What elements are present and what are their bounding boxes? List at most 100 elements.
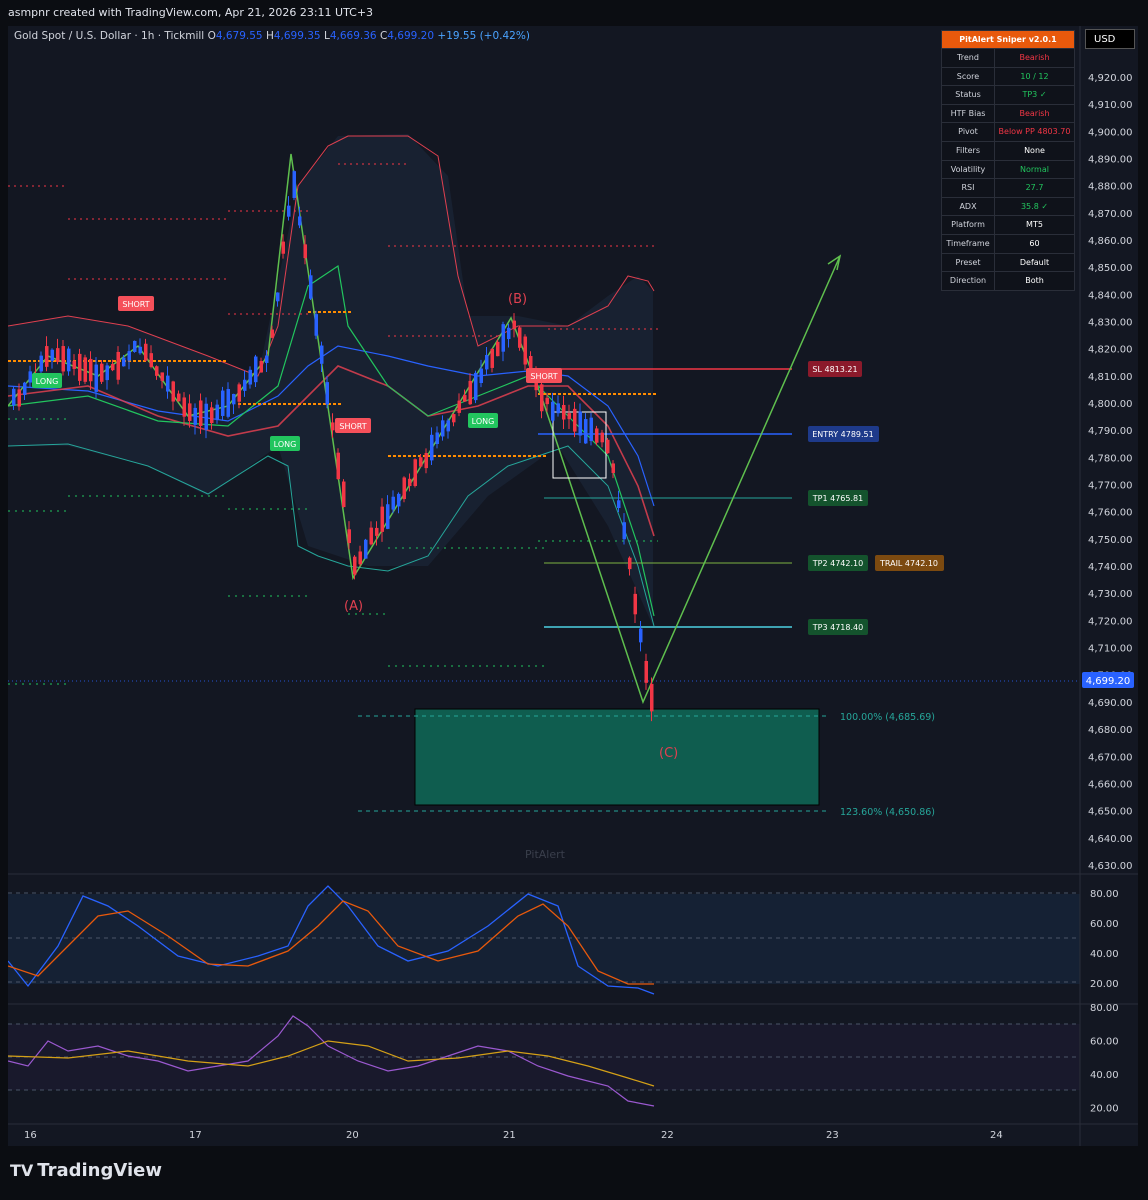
tp1-tag: TP1 4765.81 — [808, 490, 868, 506]
svg-text:TP1 4765.81: TP1 4765.81 — [812, 494, 863, 503]
candle-body — [584, 419, 588, 444]
candle-body — [347, 529, 351, 544]
candle-body — [237, 384, 241, 402]
candle-body — [595, 428, 599, 443]
change-value: +19.55 (+0.42%) — [437, 30, 530, 42]
price-tick: 4,840.00 — [1088, 290, 1133, 301]
high-value: 4,699.35 — [273, 30, 321, 42]
candle-body — [166, 375, 170, 392]
candle-body — [468, 380, 472, 405]
candle-body — [485, 354, 489, 370]
time-tick: 17 — [189, 1130, 202, 1141]
panel-row-key: Volatility — [942, 160, 995, 179]
candle-body — [496, 341, 500, 357]
candle-body — [424, 453, 428, 469]
candle-body — [518, 327, 522, 348]
candle-body — [490, 348, 494, 368]
panel-row: RSI 27.7 — [942, 178, 1074, 197]
panel-row-key: Trend — [942, 49, 995, 67]
candle-body — [452, 414, 456, 423]
price-tick: 4,640.00 — [1088, 834, 1133, 845]
currency-button[interactable]: USD — [1085, 29, 1135, 49]
price-tick: 4,910.00 — [1088, 100, 1133, 111]
candle-body — [204, 403, 208, 430]
panel-row-value: 60 — [1029, 238, 1040, 248]
candle-body — [413, 459, 417, 487]
candle-body — [314, 314, 318, 336]
candle-body — [177, 393, 181, 402]
candle-body — [556, 403, 560, 414]
price-tick: 4,890.00 — [1088, 155, 1133, 166]
svg-text:LONG: LONG — [274, 440, 297, 449]
candle-body — [160, 372, 164, 381]
osc1-background — [8, 894, 1080, 984]
candle-body — [325, 382, 329, 405]
time-tick: 21 — [503, 1130, 516, 1141]
candle-body — [463, 395, 467, 402]
wave-b-label: (B) — [508, 292, 527, 307]
svg-text:4,699.20: 4,699.20 — [1086, 676, 1131, 687]
candle-body — [127, 351, 131, 361]
candle-body — [199, 400, 203, 426]
time-tick: 16 — [24, 1130, 37, 1141]
price-tick: 4,850.00 — [1088, 263, 1133, 274]
candle-body — [17, 389, 21, 407]
price-tick: 4,650.00 — [1088, 807, 1133, 818]
candle-body — [50, 349, 54, 361]
panel-row-value: None — [1024, 145, 1045, 155]
candle-body — [474, 372, 478, 401]
fib-100-label: 100.00% (4,685.69) — [840, 712, 935, 723]
candle-body — [419, 457, 423, 467]
candle-body — [523, 336, 527, 365]
open-label: O — [207, 30, 216, 42]
panel-row-value: TP3 ✓ — [1022, 90, 1047, 100]
candle-body — [215, 404, 219, 420]
candle-body — [446, 420, 450, 432]
osc2-tick: 80.00 — [1090, 1003, 1119, 1014]
panel-row-key: Score — [942, 67, 995, 86]
entry-tag: ENTRY 4789.51 — [808, 426, 879, 442]
candle-body — [342, 481, 346, 508]
osc1-tick: 20.00 — [1090, 979, 1119, 990]
candle-body — [221, 390, 225, 416]
symbol-name[interactable]: Gold Spot / U.S. Dollar · 1h · Tickmill — [14, 30, 204, 42]
candle-body — [39, 355, 43, 372]
svg-text:LONG: LONG — [36, 377, 59, 386]
candle-body — [430, 434, 434, 461]
candle-body — [512, 320, 516, 329]
symbol-legend[interactable]: Gold Spot / U.S. Dollar · 1h · Tickmill … — [14, 30, 530, 42]
close-value: 4,699.20 — [387, 30, 435, 42]
candle-body — [540, 384, 544, 412]
candle-body — [182, 397, 186, 417]
panel-row-key: Direction — [942, 272, 995, 290]
candle-body — [375, 527, 379, 536]
tp2-tag: TP2 4742.10 — [808, 555, 868, 571]
candle-body — [12, 388, 16, 406]
candle-body — [644, 660, 648, 683]
chart-frame[interactable]: + — [8, 26, 1138, 1146]
candle-body — [633, 593, 637, 615]
wave-c-label: (C) — [659, 746, 678, 761]
candle-body — [298, 216, 302, 226]
candle-body — [589, 417, 593, 442]
watermark: PitAlert — [525, 848, 566, 861]
panel-row-key: HTF Bias — [942, 104, 995, 123]
candle-body — [171, 381, 175, 402]
candle-body — [435, 432, 439, 445]
candle-body — [259, 360, 263, 373]
candle-body — [155, 366, 159, 376]
price-tick: 4,760.00 — [1088, 508, 1133, 519]
target-zone — [414, 708, 820, 806]
candle-body — [270, 329, 274, 338]
candle-body — [628, 557, 632, 570]
candle-body — [226, 389, 230, 417]
panel-row: Volatility Normal — [942, 159, 1074, 179]
candle-body — [210, 407, 214, 424]
candle-body — [611, 463, 615, 473]
candle-body — [650, 683, 654, 712]
tradingview-brand[interactable]: TV TradingView — [10, 1160, 162, 1181]
panel-row-value: Bearish — [1019, 53, 1050, 62]
brand-name: TradingView — [37, 1160, 162, 1181]
candle-body — [320, 345, 324, 364]
panel-row: Filters None — [942, 140, 1074, 160]
